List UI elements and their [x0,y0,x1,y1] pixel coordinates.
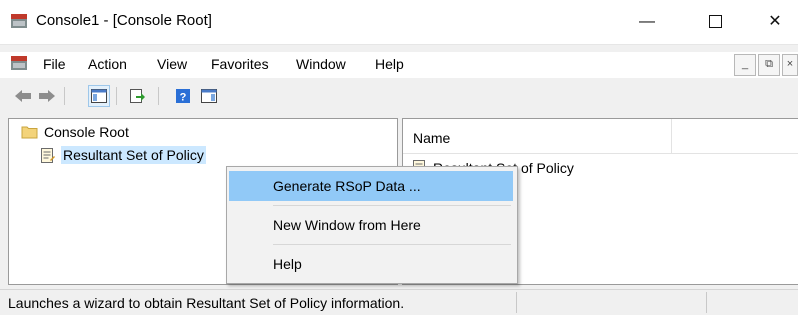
menu-view[interactable]: View [157,56,187,72]
toolbar-separator [158,87,159,105]
folder-icon [21,126,38,139]
window-title: Console1 - [Console Root] [36,12,212,29]
list-header: Name [403,119,798,154]
menu-item-help[interactable]: Help [229,249,513,279]
forward-button[interactable] [36,85,58,107]
minimize-button[interactable]: — [624,0,670,44]
tree-item-label: Resultant Set of Policy [61,146,206,164]
menu-file[interactable]: File [43,56,66,72]
mmc-app-icon [11,14,27,28]
show-hide-action-pane-button[interactable] [198,85,220,107]
mdi-close-button[interactable]: × [782,54,798,76]
show-hide-console-tree-button[interactable] [88,85,110,107]
mdi-restore-button[interactable]: ⧉ [758,54,780,76]
menu-help[interactable]: Help [375,56,404,72]
console-tree-icon [91,89,107,103]
menu-item-new-window-from-here[interactable]: New Window from Here [229,210,513,240]
help-toolbar-button[interactable]: ? [172,85,194,107]
mmc-window: Console1 - [Console Root] — ✕ File Actio… [0,0,798,315]
title-bar: Console1 - [Console Root] — ✕ [0,0,798,45]
toolbar-separator [116,87,117,105]
menu-item-label: New Window from Here [273,217,421,233]
menu-action[interactable]: Action [88,56,127,72]
close-button[interactable]: ✕ [752,0,798,44]
status-divider [516,292,517,313]
status-text: Launches a wizard to obtain Resultant Se… [8,295,405,311]
mmc-system-menu-icon[interactable] [10,55,28,71]
toolbar-separator [64,87,65,105]
menu-separator [273,205,511,206]
forward-arrow-icon [39,90,55,102]
menu-separator [273,244,511,245]
tree-item-label: Console Root [44,124,129,140]
status-bar: Launches a wizard to obtain Resultant Se… [0,289,798,315]
export-list-icon [130,89,145,103]
menu-item-label: Help [273,256,302,272]
svg-text:?: ? [180,92,187,104]
back-button[interactable] [12,85,34,107]
menu-item-generate-rsop-data[interactable]: Generate RSoP Data ... [229,171,513,201]
back-arrow-icon [15,90,31,102]
menu-window[interactable]: Window [296,56,346,72]
maximize-icon [708,15,722,29]
column-divider[interactable] [671,119,672,153]
menu-favorites[interactable]: Favorites [211,56,269,72]
mdi-minimize-button[interactable]: _ [734,54,756,76]
tree-item-rsop[interactable]: Resultant Set of Policy [39,146,206,164]
menu-item-label: Generate RSoP Data ... [273,178,421,194]
export-list-button[interactable] [126,85,148,107]
policy-document-icon [41,147,55,163]
column-header-name[interactable]: Name [413,130,450,146]
toolbar: ? [0,81,798,111]
action-pane-icon [201,89,217,103]
context-menu: Generate RSoP Data ... New Window from H… [226,166,518,284]
maximize-button[interactable] [692,0,738,44]
tree-item-console-root[interactable]: Console Root [21,124,129,140]
menu-bar: File Action View Favorites Window Help _… [0,52,798,78]
help-icon: ? [176,89,190,104]
status-divider [706,292,707,313]
